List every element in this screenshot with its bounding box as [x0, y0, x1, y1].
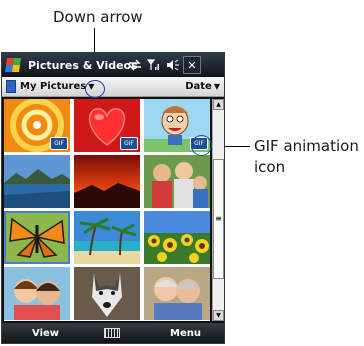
app-title: Pictures & Videos — [28, 58, 138, 72]
thumbnail[interactable] — [4, 155, 70, 208]
thumbnail-grid: GIF GIF GIF — [4, 99, 210, 321]
gif-icon-callout-line1: GIF animation — [254, 137, 359, 155]
thumbnail[interactable]: GIF — [4, 99, 70, 152]
thumbnail[interactable] — [4, 267, 70, 320]
sync-icon[interactable] — [128, 59, 142, 71]
sort-selector-label[interactable]: Date — [185, 81, 212, 92]
thumbnail[interactable] — [74, 211, 140, 264]
thumbnail[interactable] — [74, 267, 140, 320]
gif-animation-icon: GIF — [50, 137, 68, 150]
scrollbar-thumb[interactable]: ≡ — [213, 159, 224, 279]
sort-arrow-icon[interactable]: ▼ — [214, 82, 220, 91]
folder-bar: My Pictures ▼ Date ▼ — [2, 77, 224, 97]
menu-softkey[interactable]: Menu — [170, 328, 201, 339]
kids-portrait-image — [4, 267, 70, 320]
gif-animation-icon: GIF — [120, 137, 138, 150]
scroll-down-icon[interactable]: ▼ — [213, 310, 224, 321]
gif-icon-highlight-circle — [191, 135, 212, 156]
butterfly-image — [4, 211, 70, 264]
family-photo-image — [144, 155, 210, 208]
volume-icon[interactable] — [166, 59, 180, 71]
thumbnail[interactable] — [144, 155, 210, 208]
red-sunset-image — [74, 155, 140, 208]
thumbnail[interactable] — [144, 267, 210, 320]
sunflowers-image — [144, 211, 210, 264]
view-softkey[interactable]: View — [32, 328, 59, 339]
down-arrow-callout: Down arrow — [53, 8, 143, 26]
gif-icon-callout-line2: icon — [254, 158, 286, 176]
signal-icon[interactable] — [147, 59, 161, 71]
device-screen: Pictures & Videos ✕ My Pictures ▼ Date ▼… — [1, 52, 225, 344]
vertical-scrollbar[interactable]: ▲ ≡ ▼ — [212, 99, 224, 321]
close-icon: ✕ — [187, 58, 197, 72]
thumbnail[interactable] — [4, 211, 70, 264]
close-button[interactable]: ✕ — [183, 56, 201, 74]
husky-dog-image — [74, 267, 140, 320]
softkey-bar: View Menu — [2, 323, 224, 343]
palm-beach-image — [74, 211, 140, 264]
keyboard-icon[interactable] — [104, 328, 120, 338]
scroll-up-icon[interactable]: ▲ — [213, 99, 224, 110]
thumbnail[interactable] — [144, 211, 210, 264]
windows-start-icon[interactable] — [5, 58, 21, 72]
folder-icon — [6, 80, 16, 93]
folder-selector-label[interactable]: My Pictures — [20, 81, 86, 92]
lake-landscape-image — [4, 155, 70, 208]
down-arrow-highlight-circle — [85, 80, 105, 98]
thumbnail[interactable] — [74, 155, 140, 208]
title-bar: Pictures & Videos ✕ — [2, 53, 224, 77]
elderly-couple-image — [144, 267, 210, 320]
thumbnail[interactable]: GIF — [74, 99, 140, 152]
